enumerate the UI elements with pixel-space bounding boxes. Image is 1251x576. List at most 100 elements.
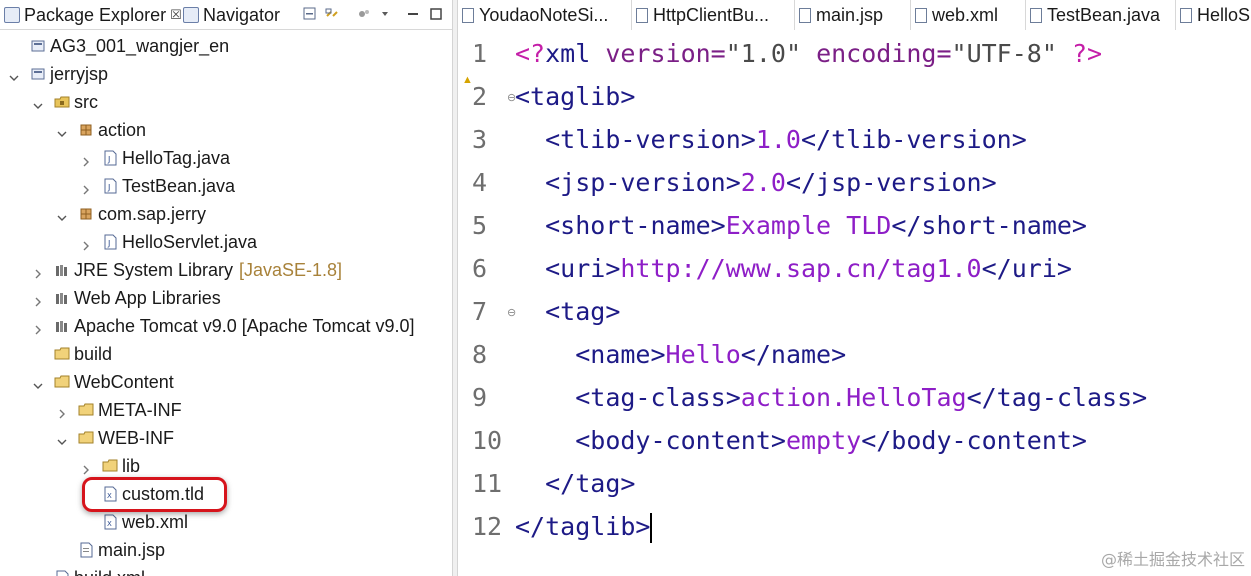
- collapsed-chevron-icon[interactable]: [32, 264, 44, 279]
- code-line[interactable]: <?xml version="1.0" encoding="UTF-8" ?>: [515, 32, 1102, 75]
- collapsed-chevron-icon[interactable]: [32, 320, 44, 335]
- highlight-annotation: [82, 477, 227, 512]
- navigator-icon: [183, 7, 199, 23]
- code-token: <tag-class>: [575, 383, 741, 412]
- folder-icon: [78, 402, 94, 418]
- code-line[interactable]: </tag>: [515, 462, 635, 505]
- editor-tab-label: YoudaoNoteSi...: [479, 4, 609, 25]
- java-file-icon: J: [102, 178, 118, 194]
- tree-item[interactable]: Xweb.xml: [0, 508, 452, 536]
- collapsed-chevron-icon[interactable]: [32, 292, 44, 307]
- editor-tab[interactable]: web.xml: [911, 0, 1026, 30]
- tree-item[interactable]: action: [0, 116, 452, 144]
- expanded-chevron-icon[interactable]: [32, 96, 44, 109]
- tree-item[interactable]: J TestBean.java: [0, 172, 452, 200]
- tree-item-label: com.sap.jerry: [98, 204, 207, 224]
- view-menu-icon[interactable]: [380, 6, 396, 22]
- code-token: version=: [605, 39, 726, 68]
- code-line[interactable]: <short-name>Example TLD</short-name>: [515, 204, 1087, 247]
- library-icon: [54, 318, 70, 334]
- tree-item-label: Web App Libraries: [74, 288, 221, 308]
- package-icon: [78, 122, 94, 138]
- expanded-chevron-icon[interactable]: [32, 376, 44, 389]
- line-number: 3: [472, 125, 488, 154]
- svg-text:J: J: [107, 155, 110, 164]
- code-token: </tag-class>: [966, 383, 1148, 412]
- svg-text:X: X: [107, 520, 112, 528]
- editor-tab[interactable]: YoudaoNoteSi...: [458, 0, 632, 30]
- collapsed-chevron-icon[interactable]: [80, 152, 92, 167]
- code-line[interactable]: <taglib>: [515, 75, 635, 118]
- link-with-editor-icon[interactable]: [324, 6, 340, 22]
- collapsed-chevron-icon[interactable]: [80, 460, 92, 475]
- tree-item[interactable]: WebContent: [0, 368, 452, 396]
- editor-tab-label: TestBean.java: [1047, 4, 1161, 25]
- tree-item[interactable]: JRE System Library [JavaSE-1.8]: [0, 256, 452, 284]
- code-line[interactable]: <name>Hello</name>: [515, 333, 846, 376]
- code-line[interactable]: <tag>: [515, 290, 620, 333]
- collapse-all-icon[interactable]: [302, 6, 318, 22]
- editor-tab[interactable]: main.jsp: [795, 0, 911, 30]
- library-icon: [54, 262, 70, 278]
- collapsed-chevron-icon[interactable]: [56, 404, 68, 419]
- library-icon: [54, 290, 70, 306]
- tree-item-label: web.xml: [122, 512, 189, 532]
- code-token: empty: [785, 426, 862, 455]
- editor-tab[interactable]: HttpClientBu...: [632, 0, 795, 30]
- collapsed-chevron-icon[interactable]: [80, 180, 92, 195]
- tree-item[interactable]: Xbuild.xml: [0, 564, 452, 576]
- package-icon: [78, 206, 94, 222]
- expanded-chevron-icon[interactable]: [56, 432, 68, 445]
- tree-item[interactable]: main.jsp: [0, 536, 452, 564]
- code-line[interactable]: <tlib-version>1.0</tlib-version>: [515, 118, 1027, 161]
- file-icon: [462, 7, 474, 23]
- expanded-chevron-icon[interactable]: [8, 68, 20, 81]
- code-token: <short-name>: [545, 211, 726, 240]
- editor-tab[interactable]: TestBean.java: [1026, 0, 1176, 30]
- tree-item-label: HelloTag.java: [122, 148, 231, 168]
- tree-item[interactable]: Apache Tomcat v9.0 [Apache Tomcat v9.0]: [0, 312, 452, 340]
- tree-item[interactable]: META-INF: [0, 396, 452, 424]
- tree-item[interactable]: com.sap.jerry: [0, 200, 452, 228]
- code-token: action.HelloTag: [740, 383, 967, 412]
- tree-item[interactable]: AG3_001_wangjer_en: [0, 32, 452, 60]
- collapsed-chevron-icon[interactable]: [80, 236, 92, 251]
- tree-item-label: action: [98, 120, 147, 140]
- tab-navigator[interactable]: Navigator: [183, 0, 280, 30]
- maximize-icon[interactable]: [428, 6, 444, 22]
- code-token: 2.0: [740, 168, 786, 197]
- close-icon[interactable]: ☒: [170, 7, 182, 23]
- source-folder-icon: [54, 94, 70, 110]
- code-token: <tag>: [545, 297, 621, 326]
- filter-icon[interactable]: [356, 6, 372, 22]
- code-area[interactable]: <?xml version="1.0" encoding="UTF-8" ?> <…: [515, 30, 1251, 576]
- line-number: 4: [472, 168, 488, 197]
- editor-tab[interactable]: HelloS: [1176, 0, 1251, 30]
- code-line[interactable]: <uri>http://www.sap.cn/tag1.0</uri>: [515, 247, 1072, 290]
- expanded-chevron-icon[interactable]: [56, 208, 68, 221]
- tree-item[interactable]: Web App Libraries: [0, 284, 452, 312]
- code-token: </jsp-version>: [785, 168, 997, 197]
- tree-item[interactable]: build: [0, 340, 452, 368]
- folder-icon: [54, 346, 70, 362]
- tree-item[interactable]: J HelloServlet.java: [0, 228, 452, 256]
- tree-item[interactable]: src: [0, 88, 452, 116]
- tree-item[interactable]: lib: [0, 452, 452, 480]
- expanded-chevron-icon[interactable]: [56, 124, 68, 137]
- minimize-icon[interactable]: [405, 6, 421, 22]
- java-file-icon: J: [102, 150, 118, 166]
- line-number-gutter: ▲ 1 2 3 4 5 6 7 8 9 10 11 12 ⊖ ⊖: [458, 30, 516, 576]
- tab-package-explorer[interactable]: Package Explorer ☒: [4, 0, 182, 30]
- tree-item-label: build: [74, 344, 113, 364]
- code-line[interactable]: <body-content>empty</body-content>: [515, 419, 1087, 462]
- tree-item[interactable]: jerryjsp: [0, 60, 452, 88]
- code-line[interactable]: <jsp-version>2.0</jsp-version>: [515, 161, 997, 204]
- tree-item[interactable]: WEB-INF: [0, 424, 452, 452]
- file-icon: [1180, 7, 1192, 23]
- code-line[interactable]: </taglib>: [515, 505, 653, 548]
- tree-item-label: JRE System Library: [74, 260, 234, 280]
- code-line[interactable]: <tag-class>action.HelloTag</tag-class>: [515, 376, 1147, 419]
- tree-item[interactable]: J HelloTag.java: [0, 144, 452, 172]
